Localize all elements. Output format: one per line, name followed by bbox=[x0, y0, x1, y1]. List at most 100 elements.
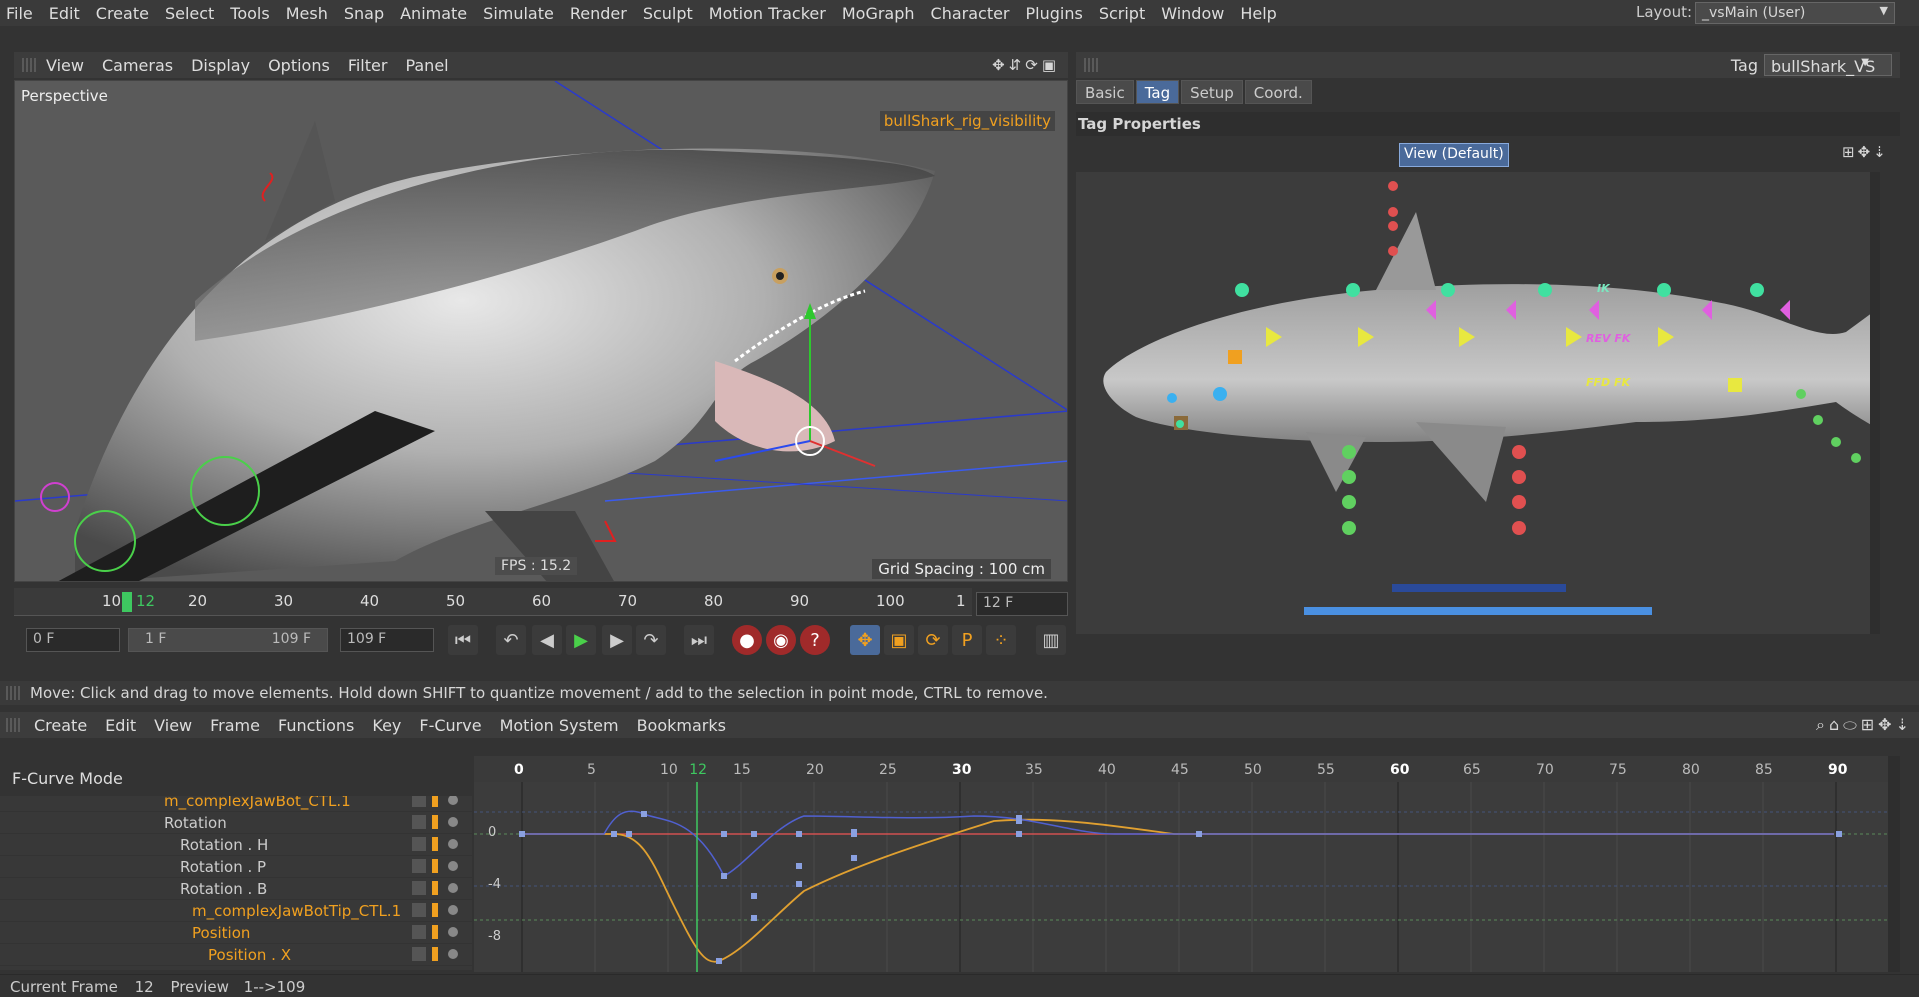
record-icon[interactable]: ● bbox=[732, 625, 762, 655]
menu-plugins[interactable]: Plugins bbox=[1026, 4, 1083, 23]
keyframe[interactable] bbox=[716, 958, 722, 964]
rotate-key-icon[interactable]: ⟳ bbox=[918, 625, 948, 655]
move-key-icon[interactable]: ✥ bbox=[850, 625, 880, 655]
track-state-icon[interactable] bbox=[412, 796, 426, 807]
current-frame-field[interactable]: 12 F bbox=[976, 592, 1068, 616]
ik-control[interactable] bbox=[1657, 283, 1671, 297]
track-solo-icon[interactable] bbox=[448, 927, 458, 937]
viewport[interactable]: Perspective bullShark_rig_visibility FPS… bbox=[14, 80, 1068, 582]
grip-icon[interactable] bbox=[1084, 58, 1098, 72]
tail-lower-control[interactable] bbox=[1851, 453, 1861, 463]
next-key-icon[interactable]: ↷ bbox=[636, 625, 666, 655]
viewport-menu-cameras[interactable]: Cameras bbox=[102, 56, 173, 75]
timeline-playhead[interactable] bbox=[122, 592, 132, 612]
track-solo-icon[interactable] bbox=[448, 883, 458, 893]
dorsal-fin-control[interactable] bbox=[1388, 246, 1398, 256]
keyframe[interactable] bbox=[626, 831, 632, 837]
fcurve-tree-item[interactable]: m_complexJawBotTip_CTL.1 bbox=[0, 900, 472, 922]
keyframe[interactable] bbox=[796, 881, 802, 887]
fcurve-tree-item[interactable]: Rotation . B bbox=[0, 878, 472, 900]
track-solo-icon[interactable] bbox=[448, 949, 458, 959]
fcurve-menu-edit[interactable]: Edit bbox=[105, 716, 136, 735]
pectoral-fin-control[interactable] bbox=[1342, 521, 1356, 535]
keyframe[interactable] bbox=[721, 831, 727, 837]
track-state-icon[interactable] bbox=[412, 837, 426, 851]
end-frame-field[interactable]: 109 F bbox=[340, 628, 434, 652]
keyframe[interactable] bbox=[721, 873, 727, 879]
rig-picker-canvas[interactable]: IK REV FK FFD FK bbox=[1076, 172, 1919, 634]
timeline-icon[interactable]: ▥ bbox=[1036, 625, 1066, 655]
keyframe[interactable] bbox=[519, 831, 525, 837]
keyframe[interactable] bbox=[751, 915, 757, 921]
prev-key-icon[interactable]: ↶ bbox=[496, 625, 526, 655]
menu-simulate[interactable]: Simulate bbox=[483, 4, 554, 23]
menu-tools[interactable]: Tools bbox=[230, 4, 269, 23]
ik-control[interactable] bbox=[1235, 283, 1249, 297]
autokey-icon[interactable]: ◉ bbox=[766, 625, 796, 655]
pla-icon[interactable]: ⁘ bbox=[986, 625, 1016, 655]
step-forward-icon[interactable]: ▶ bbox=[602, 625, 632, 655]
track-state-icon[interactable] bbox=[412, 947, 426, 961]
grip-icon[interactable] bbox=[6, 718, 20, 732]
fcurve-tool-icons[interactable]: ⌕⌂⬭⊞✥⇣ bbox=[1816, 715, 1913, 735]
track-lock-icon[interactable] bbox=[432, 815, 438, 829]
step-back-icon[interactable]: ◀ bbox=[532, 625, 562, 655]
ik-control[interactable] bbox=[1441, 283, 1455, 297]
view-default-button[interactable]: View (Default) bbox=[1399, 143, 1509, 167]
param-key-icon[interactable]: P bbox=[952, 625, 982, 655]
keyframe[interactable] bbox=[851, 829, 857, 835]
fcurve-tree-item[interactable]: m_complexJawBot_CTL.1 bbox=[0, 796, 472, 812]
track-solo-icon[interactable] bbox=[448, 861, 458, 871]
fcurve-tree-item[interactable]: Position bbox=[0, 922, 472, 944]
viewport-menu-filter[interactable]: Filter bbox=[348, 56, 388, 75]
track-solo-icon[interactable] bbox=[448, 817, 458, 827]
keyframe[interactable] bbox=[751, 893, 757, 899]
menu-mograph[interactable]: MoGraph bbox=[842, 4, 915, 23]
attr-corner-icons[interactable]: ⊞✥⇣ bbox=[1842, 143, 1889, 161]
fcurve-menu-view[interactable]: View bbox=[154, 716, 192, 735]
scrollbar-vertical[interactable] bbox=[1870, 172, 1880, 634]
tail-lower-control[interactable] bbox=[1796, 389, 1806, 399]
track-lock-icon[interactable] bbox=[432, 859, 438, 873]
menu-window[interactable]: Window bbox=[1161, 4, 1224, 23]
track-solo-icon[interactable] bbox=[448, 796, 458, 805]
layout-dropdown[interactable]: _vsMain (User) ▼ bbox=[1695, 2, 1895, 24]
fcurve-menu-f-curve[interactable]: F-Curve bbox=[419, 716, 481, 735]
menu-animate[interactable]: Animate bbox=[400, 4, 467, 23]
pelvic-fin-control[interactable] bbox=[1512, 521, 1526, 535]
keyframe[interactable] bbox=[611, 831, 617, 837]
viewport-menu-options[interactable]: Options bbox=[268, 56, 330, 75]
keyframe[interactable] bbox=[641, 811, 647, 817]
keyframe[interactable] bbox=[1016, 815, 1022, 821]
tab-basic[interactable]: Basic bbox=[1076, 80, 1134, 104]
track-state-icon[interactable] bbox=[412, 859, 426, 873]
menu-mesh[interactable]: Mesh bbox=[286, 4, 328, 23]
pelvic-fin-control[interactable] bbox=[1512, 470, 1526, 484]
track-state-icon[interactable] bbox=[412, 925, 426, 939]
play-icon[interactable]: ▶ bbox=[566, 625, 596, 655]
fcurve-menu-bookmarks[interactable]: Bookmarks bbox=[637, 716, 726, 735]
last-frame-icon[interactable]: ⏭ bbox=[684, 625, 714, 655]
ik-control[interactable] bbox=[1538, 283, 1552, 297]
menu-script[interactable]: Script bbox=[1099, 4, 1145, 23]
pectoral-fin-control[interactable] bbox=[1342, 495, 1356, 509]
keyframe-selection-icon[interactable]: ? bbox=[800, 625, 830, 655]
pelvic-fin-control[interactable] bbox=[1512, 495, 1526, 509]
ik-control[interactable] bbox=[1750, 283, 1764, 297]
fcurve-menu-functions[interactable]: Functions bbox=[278, 716, 354, 735]
jaw-tip-control[interactable] bbox=[1176, 420, 1184, 428]
grip-icon[interactable] bbox=[22, 58, 36, 72]
viewport-menu-view[interactable]: View bbox=[46, 56, 84, 75]
slider-bar[interactable] bbox=[1392, 584, 1566, 592]
fcurve-menu-frame[interactable]: Frame bbox=[210, 716, 260, 735]
fcurve-menu-create[interactable]: Create bbox=[34, 716, 87, 735]
dorsal-fin-control[interactable] bbox=[1388, 221, 1398, 231]
fcurve-graph[interactable]: 0 5 10 12 15 20 25 30 35 40 45 50 55 60 65 70 75 80 85 90 0… bbox=[474, 756, 1900, 972]
timeline-ruler[interactable]: 10 12 20 30 40 50 60 70 80 90 100 1 bbox=[14, 588, 972, 616]
track-lock-icon[interactable] bbox=[432, 796, 438, 807]
fcurve-menu-key[interactable]: Key bbox=[372, 716, 401, 735]
ik-control[interactable] bbox=[1346, 283, 1360, 297]
viewport-nav-icons[interactable]: ✥⇵⟳▣ bbox=[992, 56, 1060, 74]
first-frame-icon[interactable]: ⏮ bbox=[448, 625, 478, 655]
menu-select[interactable]: Select bbox=[165, 4, 214, 23]
